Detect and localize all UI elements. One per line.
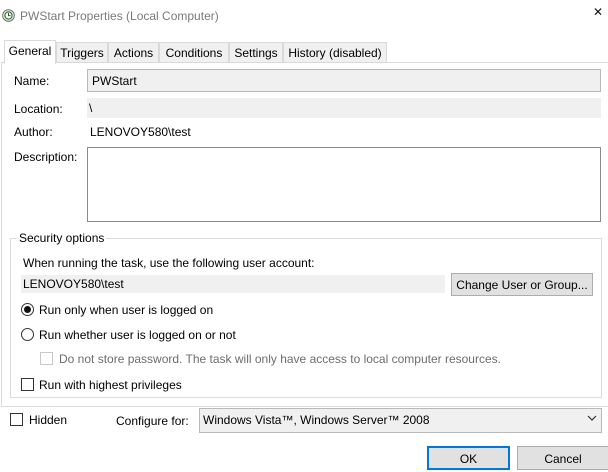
user-account-field[interactable]: LENOVOY580\test — [21, 275, 445, 293]
chevron-down-icon — [587, 415, 597, 421]
account-prompt: When running the task, use the following… — [23, 256, 315, 270]
configure-for-value: Windows Vista™, Windows Server™ 2008 — [203, 413, 430, 427]
run-whether-logged-on-radio[interactable] — [21, 328, 34, 341]
title-bar: PWStart Properties (Local Computer) ✕ — [0, 0, 608, 32]
cancel-button[interactable]: Cancel — [517, 446, 608, 470]
run-whether-logged-on-label[interactable]: Run whether user is logged on or not — [39, 328, 236, 342]
tab-settings[interactable]: Settings — [229, 42, 283, 63]
highest-privileges-checkbox[interactable] — [21, 378, 34, 391]
highest-privileges-label[interactable]: Run with highest privileges — [39, 378, 182, 392]
do-not-store-password-checkbox[interactable] — [40, 352, 53, 365]
configure-for-dropdown[interactable]: Windows Vista™, Windows Server™ 2008 — [199, 408, 602, 433]
run-only-logged-on-label[interactable]: Run only when user is logged on — [39, 303, 213, 317]
tab-actions[interactable]: Actions — [108, 42, 159, 63]
author-label: Author: — [14, 125, 53, 139]
name-label: Name: — [14, 74, 50, 88]
hidden-label[interactable]: Hidden — [29, 413, 67, 427]
configure-for-label: Configure for: — [116, 414, 189, 428]
hidden-checkbox[interactable] — [10, 413, 23, 426]
change-user-or-group-button[interactable]: Change User or Group... — [451, 273, 593, 296]
tab-general[interactable]: General — [4, 40, 56, 64]
general-panel: Name: PWStart Location: \ Author: LENOVO… — [1, 62, 608, 407]
name-field[interactable]: PWStart — [87, 69, 601, 92]
window-title: PWStart Properties (Local Computer) — [20, 9, 219, 23]
task-scheduler-clock-icon — [2, 9, 15, 22]
author-value: LENOVOY580\test — [90, 125, 191, 139]
run-only-logged-on-radio[interactable] — [21, 303, 34, 316]
user-account-value: LENOVOY580\test — [23, 277, 124, 291]
location-label: Location: — [14, 102, 63, 116]
location-field[interactable]: \ — [87, 98, 601, 118]
tab-conditions[interactable]: Conditions — [159, 42, 229, 63]
location-value: \ — [89, 101, 93, 115]
tab-history[interactable]: History (disabled) — [283, 42, 387, 63]
do-not-store-password-label: Do not store password. The task will onl… — [59, 352, 501, 366]
name-value: PWStart — [92, 74, 137, 88]
close-icon[interactable]: ✕ — [588, 4, 608, 24]
security-options-legend: Security options — [17, 231, 107, 245]
tab-triggers[interactable]: Triggers — [56, 42, 108, 63]
description-label: Description: — [14, 150, 78, 164]
ok-button[interactable]: OK — [427, 446, 510, 470]
description-textarea[interactable] — [87, 147, 601, 222]
